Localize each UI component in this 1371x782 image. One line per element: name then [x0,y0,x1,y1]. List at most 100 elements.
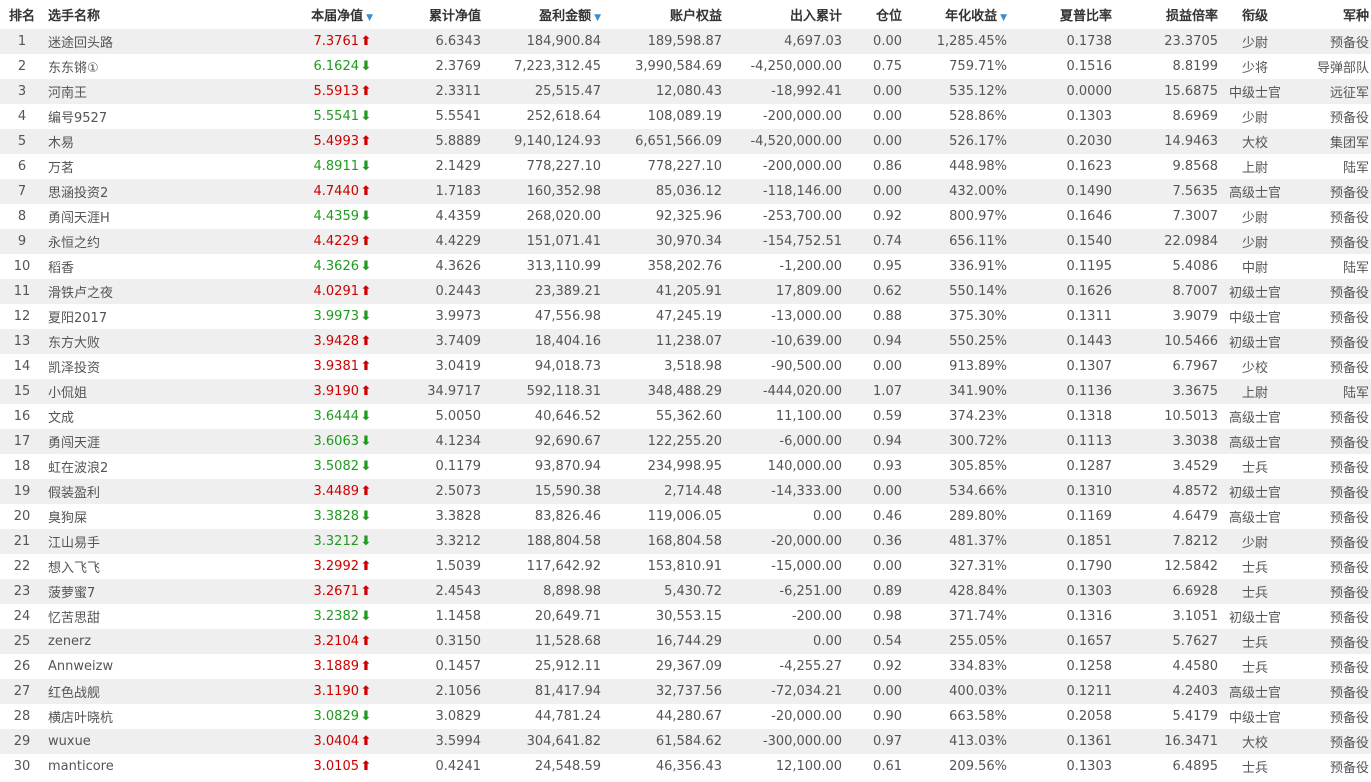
player-name[interactable]: 横店叶晓杭 [44,704,170,729]
annual-cell: 375.30% [949,309,1007,324]
player-name[interactable]: 河南王 [44,79,170,104]
player-name[interactable]: 滑铁卢之夜 [44,279,170,304]
player-name[interactable]: 木易 [44,129,170,154]
table-row[interactable]: 27 红色战舰 3.1190 ⬆ 2.1056 81,417.94 32,737.56 -72… [0,679,1371,704]
sort-down-triangle-icon[interactable]: ▼ [366,13,373,23]
rank-title-cell: 少将 [1241,61,1268,76]
rank-title-cell: 中尉 [1241,261,1268,276]
army-cell: 预备役 [1329,536,1369,551]
player-name[interactable]: 东方大败 [44,329,170,354]
table-row[interactable]: 21 江山易手 3.3212 ⬇ 3.3212 188,804.58 168,804.58-… [0,529,1371,554]
player-name[interactable]: manticore [44,754,170,779]
player-name[interactable]: 东东锵① [44,54,170,79]
table-row[interactable]: 26 Annweizw 3.1889 ⬆ 0.1457 25,912.11 29,367.0… [0,654,1371,679]
nav-value: 3.5082 [313,459,360,474]
army-cell: 陆军 [1342,261,1369,276]
table-row[interactable]: 22 想入飞飞 3.2992 ⬆ 1.5039 117,642.92 153,810.91-… [0,554,1371,579]
player-name[interactable]: 永恒之约 [44,229,170,254]
table-row[interactable]: 9 永恒之约 4.4229 ⬆ 4.4229 151,071.41 30,970.34 -15… [0,229,1371,254]
player-name[interactable]: 红色战舰 [44,679,170,704]
rank-cell: 10 [13,259,31,274]
sharpe-cell: 0.2058 [1066,709,1113,724]
player-name[interactable]: zenerz [44,629,170,654]
nav-value: 3.3212 [313,534,360,549]
position-cell: 0.94 [873,334,902,349]
army-cell: 集团军 [1329,136,1369,151]
army-cell: 预备役 [1329,286,1369,301]
player-name[interactable]: 勇闯天涯H [44,204,170,229]
nav-cell: 4.4359 ⬇ [170,204,375,229]
player-name[interactable]: 迷途回头路 [44,29,170,54]
table-row[interactable]: 16 文成 3.6444 ⬇ 5.0050 40,646.52 55,362.60 11,10… [0,404,1371,429]
table-row[interactable]: 15 小侃姐 3.9190 ⬆ 34.9717 592,118.31 348,488.29-… [0,379,1371,404]
rank-cell: 11 [13,284,31,299]
player-name[interactable]: 菠萝蜜7 [44,579,170,604]
cum-nav-cell: 6.6343 [435,34,482,49]
player-name[interactable]: 想入飞飞 [44,554,170,579]
flow-cell: -10,639.00 [771,334,842,349]
player-name[interactable]: 忆苦思甜 [44,604,170,629]
table-row[interactable]: 14 凯泽投资 3.9381 ⬆ 3.0419 94,018.73 3,518.98 -90,… [0,354,1371,379]
position-cell: 0.00 [873,559,902,574]
table-row[interactable]: 4 编号9527 5.5541 ⬇ 5.5541 252,618.64 108,089.19… [0,104,1371,129]
flow-cell: 11,100.00 [775,409,842,424]
cum-nav-cell: 1.7183 [435,184,482,199]
arrow-up-icon: ⬆ [360,84,372,99]
table-row[interactable]: 3 河南王 5.5913 ⬆ 2.3311 25,515.47 12,080.43 -18,9… [0,79,1371,104]
nav-cell: 4.4229 ⬆ [170,229,375,254]
player-name[interactable]: 文成 [44,404,170,429]
army-cell: 预备役 [1329,411,1369,426]
table-row[interactable]: 29 wuxue 3.0404 ⬆ 3.5994 304,641.82 61,584.62-… [0,729,1371,754]
table-row[interactable]: 12 夏阳2017 3.9973 ⬇ 3.9973 47,556.98 47,245.19-… [0,304,1371,329]
player-name[interactable]: 虹在波浪2 [44,454,170,479]
table-row[interactable]: 1 迷途回头路 7.3761 ⬆ 6.6343 184,900.84 189,598.87 4… [0,29,1371,54]
table-row[interactable]: 6 万茗 4.8911 ⬇ 2.1429 778,227.10 778,227.10 -200… [0,154,1371,179]
player-name[interactable]: 臭狗屎 [44,504,170,529]
sort-down-triangle-icon[interactable]: ▼ [594,13,601,23]
rank-cell: 1 [17,34,27,49]
player-name[interactable]: wuxue [44,729,170,754]
table-row[interactable]: 10 稻香 4.3626 ⬇ 4.3626 313,110.99 358,202.76 -1,… [0,254,1371,279]
player-name[interactable]: 假装盈利 [44,479,170,504]
profit-cell: 47,556.98 [534,309,601,324]
annual-cell: 327.31% [949,559,1007,574]
player-name[interactable]: 思涵投资2 [44,179,170,204]
header-annual-sort[interactable]: 年化收益 ▼ [904,0,1009,29]
player-name[interactable]: Annweizw [44,654,170,679]
table-row[interactable]: 19 假装盈利 3.4489 ⬆ 2.5073 15,590.38 2,714.48 -14,… [0,479,1371,504]
player-name[interactable]: 江山易手 [44,529,170,554]
table-row[interactable]: 20 臭狗屎 3.3828 ⬇ 3.3828 83,826.46 119,006.05 0.0… [0,504,1371,529]
pl-ratio-cell: 7.5635 [1172,184,1219,199]
header-profit-sort[interactable]: 盈利金额 ▼ [483,0,603,29]
table-row[interactable]: 7 思涵投资2 4.7440 ⬆ 1.7183 160,352.98 85,036.12 -1… [0,179,1371,204]
table-row[interactable]: 24 忆苦思甜 3.2382 ⬇ 1.1458 20,649.71 30,553.15 -20… [0,604,1371,629]
player-name[interactable]: 小侃姐 [44,379,170,404]
flow-cell: -444,020.00 [762,384,842,399]
table-row[interactable]: 30 manticore 3.0105 ⬆ 0.4241 24,548.59 46,356.… [0,754,1371,779]
cum-nav-cell: 0.1179 [435,459,482,474]
arrow-up-icon: ⬆ [360,634,372,649]
table-row[interactable]: 2 东东锵① 6.1624 ⬇ 2.3769 7,223,312.45 3,990,584.… [0,54,1371,79]
table-row[interactable]: 18 虹在波浪2 3.5082 ⬇ 0.1179 93,870.94 234,998.95 1… [0,454,1371,479]
table-row[interactable]: 8 勇闯天涯H 4.4359 ⬇ 4.4359 268,020.00 92,325.96 -2… [0,204,1371,229]
table-row[interactable]: 11 滑铁卢之夜 4.0291 ⬆ 0.2443 23,389.21 41,205.91 17… [0,279,1371,304]
table-row[interactable]: 23 菠萝蜜7 3.2671 ⬆ 2.4543 8,898.98 5,430.72 -6,25… [0,579,1371,604]
player-name[interactable]: 夏阳2017 [44,304,170,329]
nav-cell: 3.6444 ⬇ [170,404,375,429]
player-name[interactable]: 万茗 [44,154,170,179]
sort-down-triangle-icon[interactable]: ▼ [1000,13,1007,23]
player-name[interactable]: 编号9527 [44,104,170,129]
rank-cell: 25 [13,634,31,649]
nav-value: 3.6444 [313,409,360,424]
cum-nav-cell: 2.5073 [435,484,482,499]
table-row[interactable]: 13 东方大败 3.9428 ⬆ 3.7409 18,404.16 11,238.07 -10… [0,329,1371,354]
table-row[interactable]: 28 横店叶晓杭 3.0829 ⬇ 3.0829 44,781.24 44,280.67 -2… [0,704,1371,729]
table-row[interactable]: 5 木易 5.4993 ⬆ 5.8889 9,140,124.93 6,651,566.09… [0,129,1371,154]
table-row[interactable]: 17 勇闯天涯 3.6063 ⬇ 4.1234 92,690.67 122,255.20 -6… [0,429,1371,454]
header-nav-sort[interactable]: 本届净值 ▼ [170,0,375,29]
player-name[interactable]: 凯泽投资 [44,354,170,379]
player-name[interactable]: 稻香 [44,254,170,279]
table-row[interactable]: 25 zenerz 3.2104 ⬆ 0.3150 11,528.68 16,744.29 0… [0,629,1371,654]
flow-cell: -14,333.00 [771,484,842,499]
player-name[interactable]: 勇闯天涯 [44,429,170,454]
